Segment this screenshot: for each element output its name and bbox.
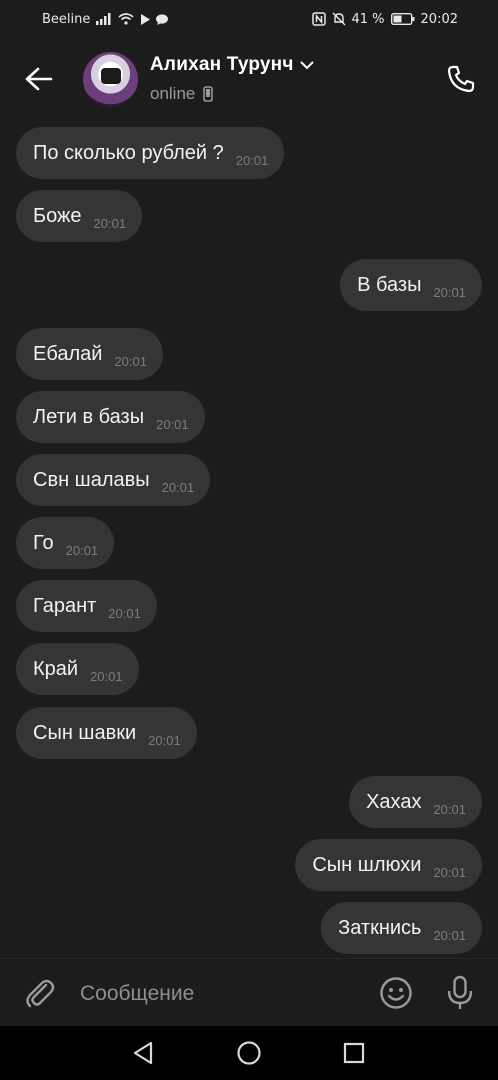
title-row: Алихан Турунч (150, 54, 314, 76)
nfc-icon (311, 12, 326, 26)
message-bubble[interactable]: По сколько рублей ? 20:01 (16, 127, 285, 179)
message-time: 20:01 (93, 215, 127, 231)
message-time: 20:01 (161, 479, 195, 495)
carrier-label: Beeline (42, 11, 91, 27)
system-nav-bar (0, 1026, 498, 1080)
message-text: Го (33, 531, 54, 554)
message-time: 20:01 (433, 284, 466, 300)
signal-icon (96, 13, 112, 25)
message-bubble[interactable]: Свн шалавы 20:01 (16, 454, 211, 506)
message-time: 20:01 (108, 605, 141, 621)
message-text: Хахах (366, 790, 422, 813)
message-text: Край (33, 657, 79, 680)
contact-status: online (150, 84, 196, 103)
message-time: 20:01 (90, 668, 123, 684)
battery-icon (390, 13, 415, 25)
message-text: В базы (357, 273, 422, 296)
message-bubble[interactable]: Го 20:01 (16, 517, 115, 569)
contact-name: Алихан Турунч (150, 54, 294, 75)
message-input[interactable]: Сообщение (80, 977, 350, 1011)
message-bubble[interactable]: Сын шлюхи 20:01 (295, 839, 482, 891)
battery-percent: 41 % (351, 11, 385, 27)
message-bubble[interactable]: Гарант 20:01 (16, 580, 157, 632)
message-time: 20:01 (433, 801, 466, 817)
avatar[interactable] (83, 52, 138, 107)
avatar-mask (101, 68, 121, 84)
message-text: Ебалай (33, 342, 103, 365)
chat-header: Алихан Турунч online (0, 38, 498, 120)
message-list[interactable]: По сколько рублей ? 20:01 Боже 20:01 В б… (0, 120, 498, 958)
arrow-left-icon (25, 67, 53, 91)
message-bubble[interactable]: Ебалай 20:01 (16, 328, 163, 380)
message-text: Заткнись (338, 916, 422, 939)
message-composer: Сообщение (0, 958, 498, 1026)
nav-home-button[interactable] (232, 1036, 266, 1070)
message-text: Сын шлюхи (312, 853, 422, 876)
message-bubble[interactable]: Боже 20:01 (16, 190, 143, 242)
message-text: Боже (33, 204, 82, 227)
message-time: 20:01 (156, 416, 189, 432)
status-bar: Beeline 41 % 20:02 (0, 0, 498, 38)
voice-record-button[interactable] (440, 973, 480, 1013)
wifi-icon (118, 13, 134, 25)
message-bubble[interactable]: В базы 20:01 (340, 259, 482, 311)
nav-back-button[interactable] (126, 1036, 160, 1070)
play-icon (140, 13, 151, 25)
microphone-icon (447, 975, 473, 1009)
clock: 20:02 (420, 11, 458, 27)
status-right: 41 % 20:02 (311, 11, 458, 27)
triangle-back-icon (133, 1041, 153, 1065)
call-button[interactable] (442, 60, 480, 98)
square-recents-icon (343, 1042, 365, 1064)
message-bubble[interactable]: Лети в базы 20:01 (16, 391, 205, 443)
message-text: Свн шалавы (33, 468, 150, 491)
mute-bell-icon (332, 12, 346, 26)
message-bubble[interactable]: Хахах 20:01 (349, 776, 482, 828)
message-time: 20:01 (65, 542, 99, 558)
message-bubble[interactable]: Край 20:01 (16, 643, 139, 695)
message-time: 20:01 (433, 927, 466, 943)
message-time: 20:01 (433, 864, 466, 880)
attach-button[interactable] (20, 973, 60, 1013)
message-time: 20:01 (148, 732, 181, 748)
emoji-button[interactable] (376, 973, 416, 1013)
contact-title-block[interactable]: Алихан Турунч online (150, 54, 314, 104)
message-time: 20:01 (114, 353, 147, 369)
phone-call-icon (447, 65, 475, 93)
message-text: Гарант (33, 594, 97, 617)
status-row: online (150, 84, 314, 104)
chat-bubble-icon (156, 13, 169, 25)
circle-home-icon (237, 1041, 261, 1065)
chevron-down-icon (300, 61, 314, 69)
message-bubble[interactable]: Заткнись 20:01 (321, 902, 482, 954)
message-text: Лети в базы (33, 405, 145, 428)
message-bubble[interactable]: Сын шавки 20:01 (16, 707, 197, 759)
message-time: 20:01 (235, 152, 269, 168)
status-left: Beeline (42, 12, 312, 27)
back-button[interactable] (20, 60, 58, 98)
smiley-icon (380, 977, 412, 1009)
nav-recents-button[interactable] (337, 1036, 371, 1070)
phone-device-icon (203, 86, 214, 102)
message-text: По сколько рублей ? (33, 141, 224, 164)
message-text: Сын шавки (33, 721, 137, 744)
paperclip-icon (26, 979, 55, 1008)
